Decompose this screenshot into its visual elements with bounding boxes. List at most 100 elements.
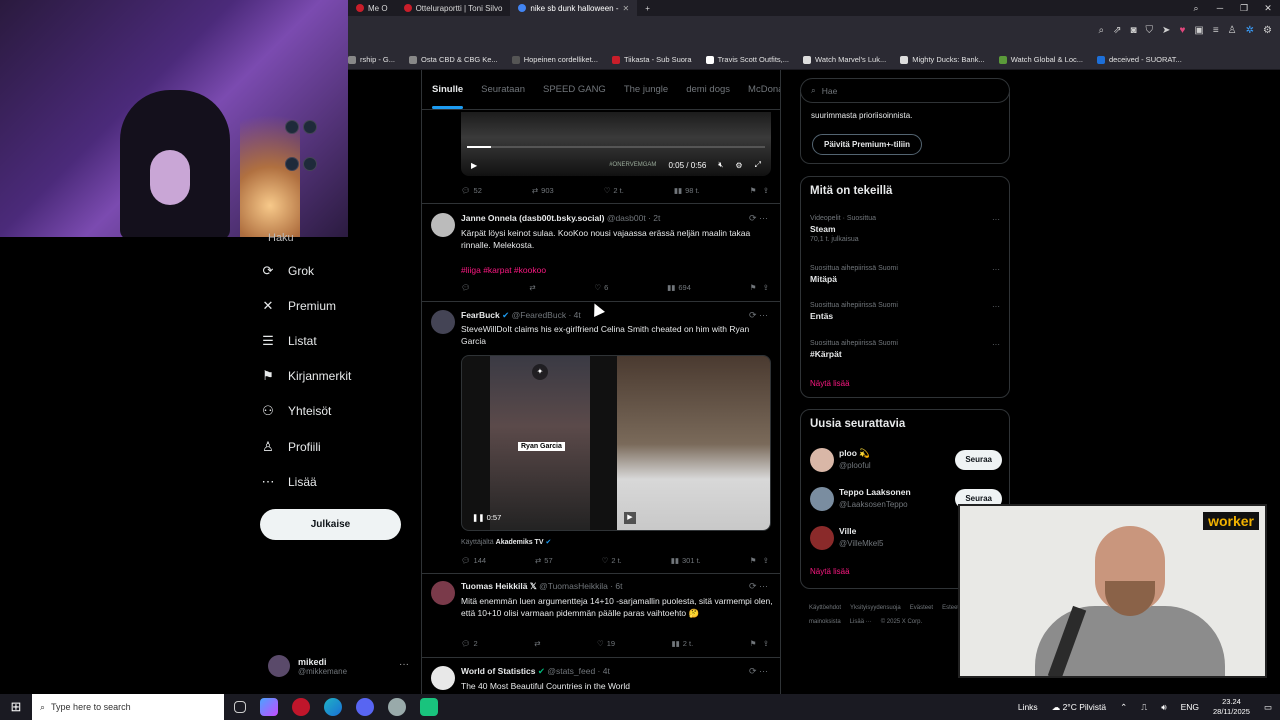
- like-button[interactable]: ♡ 2 t.: [602, 556, 622, 565]
- tab-mcdonalds[interactable]: McDonalds: [748, 84, 780, 95]
- sidebar-item-lis[interactable]: ⋯ Lisää: [260, 464, 410, 499]
- views-button[interactable]: ▮▮ 694: [667, 283, 691, 292]
- footer-link[interactable]: Lisää ···: [850, 619, 872, 625]
- language-indicator[interactable]: ENG: [1181, 702, 1199, 712]
- bookmark-item[interactable]: Travis Scott Outfits,...: [705, 55, 789, 64]
- weather-widget[interactable]: ☁ 2°C Pilvistä: [1052, 702, 1106, 713]
- sidebar-item-grok[interactable]: ⟳ Grok: [260, 253, 410, 288]
- fullscreen-icon[interactable]: ⤢: [755, 160, 761, 170]
- photos-app-icon[interactable]: [260, 698, 278, 716]
- camera-icon[interactable]: ◙: [1131, 25, 1137, 36]
- bookmark-icon[interactable]: ⚑ ⇪: [750, 283, 769, 292]
- zoom-icon[interactable]: ⌕: [1099, 25, 1105, 36]
- tab-speed-gang[interactable]: SPEED GANG: [543, 84, 606, 95]
- more-icon[interactable]: ···: [992, 265, 1000, 274]
- reply-button[interactable]: 💬︎ 52: [461, 186, 482, 195]
- volume-icon[interactable]: 🔊︎: [1161, 702, 1166, 713]
- share-icon[interactable]: ⇗: [1113, 25, 1121, 36]
- tray-arrow-icon[interactable]: ⌃: [1120, 702, 1127, 713]
- more-icon[interactable]: ⟳ ···: [749, 213, 768, 224]
- video-player[interactable]: Ryan Garcia ✦ ❚❚ 0:57 ▶: [461, 355, 771, 531]
- wallet-icon[interactable]: ▣: [1194, 25, 1203, 36]
- clock[interactable]: 23.24 28/11/2025: [1213, 697, 1250, 717]
- video-player[interactable]: ▶ #ONERVEMGAM 0:05 / 0:56 🔇︎ ⚙ ⤢: [461, 112, 771, 176]
- views-button[interactable]: ▮▮ 2 t.: [672, 639, 694, 648]
- views-button[interactable]: ▮▮ 98 t.: [674, 186, 700, 195]
- more-icon[interactable]: ⟳ ···: [749, 310, 768, 321]
- follow-button[interactable]: Seuraa: [955, 450, 1002, 470]
- enhance-icon[interactable]: ✦: [532, 364, 548, 380]
- sidebar-item-kirjanmerkit[interactable]: ⚑ Kirjanmerkit: [260, 359, 410, 394]
- more-icon[interactable]: ···: [992, 340, 1000, 349]
- footer-link[interactable]: Yksityisyydensuoja: [850, 605, 901, 611]
- repost-button[interactable]: ⇄: [534, 639, 540, 648]
- post-button[interactable]: Julkaise: [260, 509, 401, 540]
- reply-button[interactable]: 💬︎ 2: [461, 639, 478, 648]
- account-icon[interactable]: ♙: [1228, 25, 1237, 36]
- sidebar-item-listat[interactable]: ☰ Listat: [260, 323, 410, 358]
- settings-icon[interactable]: ⚙: [735, 161, 742, 170]
- bookmark-icon[interactable]: ⚑ ⇪: [750, 639, 769, 648]
- nav-partial-item[interactable]: Haku: [268, 232, 294, 244]
- more-icon[interactable]: ···: [992, 302, 1000, 311]
- more-icon[interactable]: ···: [399, 659, 409, 670]
- play-icon[interactable]: ▶: [624, 512, 636, 524]
- video-progress[interactable]: [467, 146, 765, 148]
- maximize-button[interactable]: ❐: [1232, 0, 1256, 16]
- menu-icon[interactable]: ≡: [1213, 25, 1219, 36]
- bookmark-item[interactable]: Watch Marvel's Luk...: [803, 55, 886, 64]
- bookmark-item[interactable]: Mighty Ducks: Bank...: [900, 55, 985, 64]
- taskbar-search[interactable]: ⌕ Type here to search: [32, 694, 224, 720]
- footer-link[interactable]: © 2025 X Corp.: [881, 619, 922, 625]
- trend-item[interactable]: Videopelit · Suosittua Steam 70,1 t. julka…: [810, 215, 1000, 243]
- discord-icon[interactable]: [356, 698, 374, 716]
- footer-link[interactable]: Käyttöehdot: [809, 605, 841, 611]
- more-icon[interactable]: ⟳ ···: [749, 581, 768, 592]
- browser-tab[interactable]: Otteluraportti | Toni Silvo: [396, 0, 511, 16]
- task-view-icon[interactable]: [234, 701, 246, 713]
- settings-icon[interactable]: ⚙: [1263, 25, 1272, 36]
- repost-button[interactable]: ⇄ 903: [532, 186, 554, 195]
- show-more-link[interactable]: Näytä lisää: [810, 379, 850, 388]
- bookmark-icon[interactable]: ⚑ ⇪: [750, 556, 769, 565]
- shield-icon[interactable]: ⛉: [1146, 25, 1154, 36]
- reply-button[interactable]: 💬︎: [461, 283, 471, 292]
- settings-app-icon[interactable]: [388, 698, 406, 716]
- show-more-link[interactable]: Näytä lisää: [810, 567, 850, 576]
- sidebar-item-profiili[interactable]: ♙ Profiili: [260, 429, 410, 464]
- extension-icon[interactable]: ✲: [1246, 25, 1254, 36]
- tab-seurataan[interactable]: Seurataan: [481, 84, 525, 95]
- windows-start-icon[interactable]: ⊞: [0, 694, 32, 720]
- views-button[interactable]: ▮▮ 301 t.: [671, 556, 701, 565]
- heart-icon[interactable]: ♥: [1179, 25, 1185, 36]
- tab-the-jungle[interactable]: The jungle: [624, 84, 668, 95]
- sidebar-item-yhteist[interactable]: ⚇ Yhteisöt: [260, 394, 410, 429]
- repost-button[interactable]: ⇄ 57: [535, 556, 553, 565]
- like-button[interactable]: ♡ 19: [597, 639, 615, 648]
- bookmark-item[interactable]: rship - G...: [348, 55, 395, 64]
- bookmark-item[interactable]: deceived - SUORAT...: [1097, 55, 1182, 64]
- bookmark-item[interactable]: Osta CBD & CBG Ke...: [409, 55, 498, 64]
- bookmark-item[interactable]: Hopeinen cordelliket...: [511, 55, 598, 64]
- search-icon[interactable]: ⌕: [1184, 0, 1208, 16]
- new-tab-button[interactable]: +: [637, 0, 658, 16]
- bookmark-item[interactable]: Watch Global & Loc...: [998, 55, 1083, 64]
- close-button[interactable]: ✕: [1256, 0, 1280, 16]
- follow-suggestion[interactable]: ploo 💫 @plooful Seuraa: [810, 448, 1002, 474]
- more-icon[interactable]: ⟳ ···: [749, 666, 768, 677]
- tweet-hashtags[interactable]: #liiga #karpat #kookoo: [461, 264, 773, 276]
- like-button[interactable]: ♡ 2 t.: [604, 186, 624, 195]
- bookmark-icon[interactable]: ⚑ ⇪: [750, 186, 769, 195]
- network-icon[interactable]: ⎍: [1141, 702, 1147, 713]
- mute-icon[interactable]: 🔇︎: [718, 160, 723, 170]
- trend-item[interactable]: Suosittua aihepiirissä Suomi #Kärpät ···: [810, 340, 1000, 359]
- tab-sinulle[interactable]: Sinulle: [432, 84, 464, 109]
- more-icon[interactable]: ···: [992, 215, 1000, 224]
- sidebar-item-premium[interactable]: ✕ Premium: [260, 288, 410, 323]
- reply-button[interactable]: 💬︎ 144: [461, 556, 486, 565]
- upgrade-premium-button[interactable]: Päivitä Premium+-tiliin: [812, 134, 923, 155]
- green-app-icon[interactable]: [420, 698, 438, 716]
- footer-link[interactable]: Evästeet: [910, 605, 933, 611]
- send-icon[interactable]: ➤: [1162, 25, 1170, 36]
- minimize-button[interactable]: ─: [1208, 0, 1232, 16]
